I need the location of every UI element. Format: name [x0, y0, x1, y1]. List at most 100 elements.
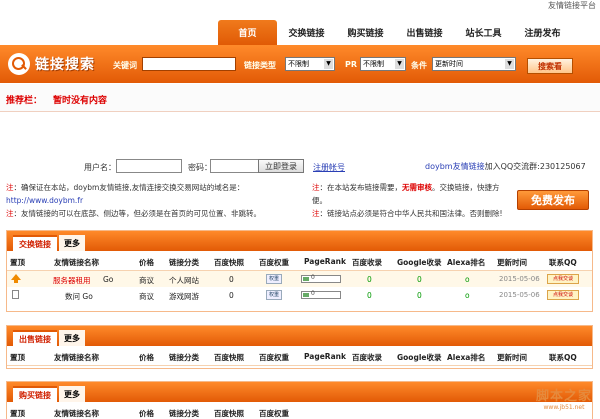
nav-register[interactable]: 注册发布 — [513, 20, 572, 45]
row-category: 个人网站 — [169, 276, 199, 285]
qq-chat-button[interactable]: 点我交谈 — [547, 274, 579, 284]
row-google: 0 — [417, 275, 422, 284]
table-row[interactable]: 服务器租用 Go 商议 个人网站 0 权重 0 0 0 o 2015-05-06… — [7, 271, 592, 287]
row-go-link[interactable]: Go — [103, 275, 113, 284]
row-google: 0 — [417, 291, 422, 300]
buy-panel: 购买链接 更多 置顶 友情链接名称 价格 链接分类 百度快照 百度权重 — [6, 381, 593, 419]
column-header: 置顶 友情链接名称 价格 链接分类 百度快照 百度权重 PageRank 百度收… — [7, 251, 592, 271]
col-name: 友情链接名称 — [54, 353, 99, 362]
free-publish-button[interactable]: 免费发布 — [517, 190, 589, 210]
row-price: 商议 — [139, 276, 154, 285]
notice-mark: 注 — [312, 183, 320, 192]
col-price: 价格 — [139, 353, 154, 362]
column-header: 置顶 友情链接名称 价格 链接分类 百度快照 百度权重 PageRank 百度收… — [7, 346, 592, 366]
col-snapshot: 百度快照 — [214, 258, 244, 267]
nav-exchange[interactable]: 交换链接 — [277, 20, 336, 45]
notice-text: ：确保证在本站，doybm友情链接,友情连接交换交易网站的域名是： — [13, 183, 245, 192]
search-bar: 链接搜索 关键词 链接类型 不限制 PR 不限制 条件 更新时间 搜索看 — [0, 45, 600, 83]
col-google: Google收录 — [397, 258, 442, 267]
row-go-link[interactable]: 数问 Go — [65, 291, 93, 302]
notice-text: ：在本站发布链接需要， — [319, 183, 403, 192]
type-select[interactable]: 不限制 — [285, 57, 335, 71]
tab-more[interactable]: 更多 — [59, 235, 85, 251]
col-weight: 百度权重 — [259, 258, 289, 267]
table-row[interactable]: 数问 Go 商议 游戏网游 0 权重 0 0 0 o 2015-05-06 点我… — [7, 287, 592, 303]
row-snapshot: 0 — [229, 291, 234, 300]
notice-mark: 注 — [6, 183, 14, 192]
col-qq: 联系QQ — [549, 353, 577, 362]
col-price: 价格 — [139, 409, 154, 418]
recommend-bar: 推荐栏： 暂时没有内容 — [0, 84, 600, 112]
panel-header: 交换链接 更多 — [7, 231, 592, 251]
notice-left: 注：确保证在本站，doybm友情链接,友情连接交换交易网站的域名是： http:… — [6, 181, 306, 220]
row-name-highlight[interactable]: 服务器租用 — [53, 275, 91, 286]
cond-label: 条件 — [411, 61, 427, 70]
document-icon — [12, 290, 19, 299]
col-snapshot: 百度快照 — [214, 409, 244, 418]
col-name: 友情链接名称 — [54, 258, 99, 267]
notice-text: ：友情链接的可以在底部、侧边等，但必须是在首页的可见位置、非跳转。 — [13, 209, 262, 218]
nav-tools[interactable]: 站长工具 — [454, 20, 513, 45]
row-category: 游戏网游 — [169, 292, 199, 301]
tab-exchange[interactable]: 交换链接 — [13, 235, 57, 251]
logo: 链接搜索 — [8, 53, 95, 75]
magnifier-icon — [8, 53, 30, 75]
exchange-panel: 交换链接 更多 置顶 友情链接名称 价格 链接分类 百度快照 百度权重 Page… — [6, 230, 593, 312]
register-link[interactable]: 注册帐号 — [313, 162, 345, 173]
notice-highlight: 无需审核 — [402, 183, 432, 192]
qq-group-line: doybm友情链接加入QQ交流群:230125067 — [425, 161, 586, 172]
nav-home[interactable]: 首页 — [218, 20, 277, 45]
keyword-label: 关键词 — [113, 61, 137, 70]
search-button[interactable]: 搜索看 — [527, 58, 573, 74]
cond-select[interactable]: 更新时间 — [432, 57, 516, 71]
keyword-input[interactable] — [142, 57, 236, 71]
col-top: 置顶 — [10, 258, 25, 267]
col-date: 更新时间 — [497, 353, 527, 362]
col-top: 置顶 — [10, 409, 25, 418]
login-button[interactable]: 立即登录 — [258, 159, 304, 173]
col-alexa: Alexa排名 — [447, 258, 486, 267]
col-google: Google收录 — [397, 353, 442, 362]
qq-chat-button[interactable]: 点我交谈 — [547, 290, 579, 300]
row-snapshot: 0 — [229, 275, 234, 284]
notice-right: 注：在本站发布链接需要，无需审核。交换链接，快捷方 便。 注：链接站点必须是符合… — [312, 181, 510, 220]
qq-group-text: 加入QQ交流群:230125067 — [484, 162, 586, 171]
row-price: 商议 — [139, 292, 154, 301]
pagerank-bar: 0 — [301, 290, 341, 299]
tab-buy[interactable]: 购买链接 — [13, 386, 57, 402]
col-category: 链接分类 — [169, 258, 199, 267]
pr-label: PR — [345, 60, 358, 69]
username-input[interactable] — [116, 159, 182, 173]
notice-text: 便。 — [312, 196, 327, 205]
column-header: 置顶 友情链接名称 价格 链接分类 百度快照 百度权重 — [7, 402, 592, 419]
row-baidu: 0 — [367, 291, 372, 300]
tab-sell[interactable]: 出售链接 — [13, 330, 57, 346]
notice-text: 。交换链接，快捷方 — [432, 183, 500, 192]
pagerank-bar: 0 — [301, 274, 341, 283]
notice-text: ：链接站点必须是符合中华人民共和国法律。否则删除! — [319, 209, 503, 218]
nav-sell[interactable]: 出售链接 — [395, 20, 454, 45]
tab-more[interactable]: 更多 — [59, 330, 85, 346]
panel-header: 购买链接 更多 — [7, 382, 592, 402]
qq-site-link[interactable]: doybm友情链接 — [425, 162, 485, 171]
recommend-label: 推荐栏： — [6, 96, 43, 106]
col-weight: 百度权重 — [259, 409, 289, 418]
logo-text: 链接搜索 — [35, 57, 95, 73]
col-qq: 联系QQ — [549, 258, 577, 267]
col-name: 友情链接名称 — [54, 409, 99, 418]
panel-header: 出售链接 更多 — [7, 326, 592, 346]
col-top: 置顶 — [10, 353, 25, 362]
row-baidu: 0 — [367, 275, 372, 284]
col-category: 链接分类 — [169, 353, 199, 362]
recommend-text: 暂时没有内容 — [53, 96, 108, 106]
site-url-link[interactable]: http://www.doybm.fr — [6, 196, 83, 205]
sell-panel: 出售链接 更多 置顶 友情链接名称 价格 链接分类 百度快照 百度权重 Page… — [6, 325, 593, 369]
pagerank-value: 0 — [311, 290, 315, 297]
row-alexa: o — [465, 291, 470, 300]
top-right-text: 友情链接平台 — [548, 1, 596, 10]
top-strip: 友情链接平台 — [0, 0, 600, 20]
pr-select[interactable]: 不限制 — [360, 57, 406, 71]
login-row: 用户名： 密码： 立即登录 注册帐号 doybm友情链接加入QQ交流群:2301… — [0, 158, 600, 176]
tab-more[interactable]: 更多 — [59, 386, 85, 402]
nav-buy[interactable]: 购买链接 — [336, 20, 395, 45]
